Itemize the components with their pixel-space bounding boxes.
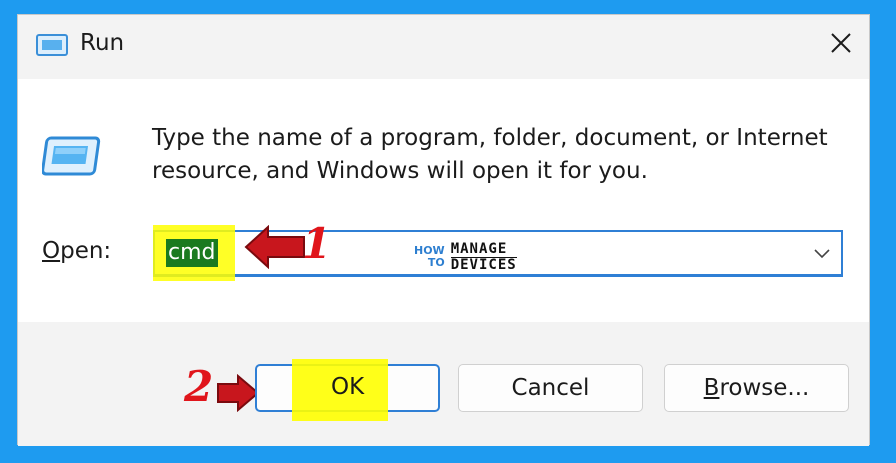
annotation-arrow-right — [217, 374, 260, 412]
run-icon — [42, 136, 101, 176]
annotation-step-1: 1 — [302, 219, 332, 268]
annotation-arrow-left — [244, 225, 305, 269]
ok-button-label[interactable]: OK — [331, 374, 364, 400]
button-bar: 2 OK Cancel Browse... — [18, 322, 869, 446]
annotation-step-2: 2 — [184, 362, 214, 411]
watermark-logo: HOW TO MANAGE DEVICES — [414, 240, 517, 273]
title-bar: Run — [18, 15, 869, 79]
dialog-description: Type the name of a program, folder, docu… — [152, 125, 828, 184]
close-icon — [831, 33, 851, 53]
browse-button[interactable]: Browse... — [664, 364, 849, 412]
chevron-down-icon[interactable] — [813, 246, 831, 260]
run-dialog: Run Type the name of a program, folder, … — [17, 14, 870, 446]
run-icon — [36, 34, 68, 56]
dialog-content: Type the name of a program, folder, docu… — [18, 79, 869, 322]
cancel-button[interactable]: Cancel — [458, 364, 643, 412]
window-title: Run — [80, 30, 125, 56]
open-input-value[interactable]: cmd — [166, 239, 218, 267]
open-label: Open: — [42, 238, 112, 264]
close-button[interactable] — [821, 23, 861, 63]
